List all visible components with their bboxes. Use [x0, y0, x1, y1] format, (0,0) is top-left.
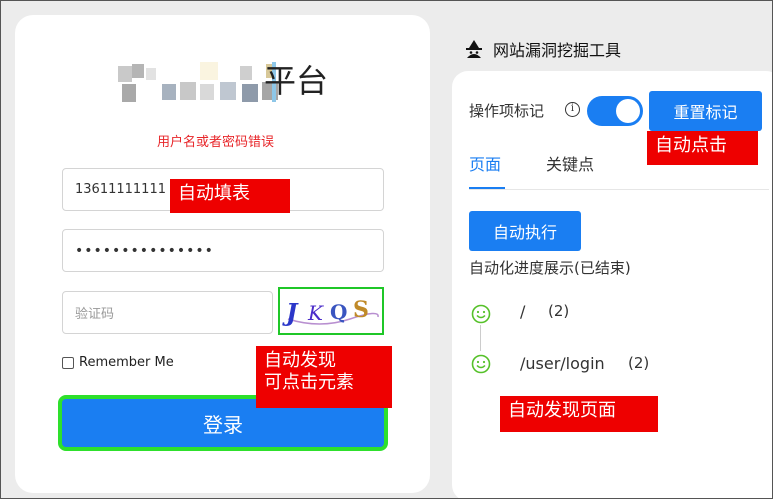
captcha-char-1: J: [282, 298, 299, 327]
captcha-image[interactable]: J K Q S: [278, 287, 384, 335]
tab-pages[interactable]: 页面: [469, 151, 501, 175]
captcha-glyphs: J K Q S: [282, 297, 379, 327]
password-input[interactable]: •••••••••••••••: [62, 229, 384, 272]
annotation-line: 可点击元素: [264, 372, 354, 393]
info-icon[interactable]: i: [565, 102, 580, 117]
timeline-count: (2): [628, 354, 650, 372]
captcha-char-2: K: [307, 301, 324, 325]
tool-title: 网站漏洞挖掘工具: [493, 41, 622, 60]
annotation-line: 自动发现: [264, 350, 336, 371]
remember-me-label: Remember Me: [79, 355, 174, 370]
hacker-icon: [466, 40, 482, 58]
annotation-auto-fill: 自动填表: [170, 179, 290, 213]
annotation-auto-discover-page: 自动发现页面: [500, 396, 658, 432]
tab-divider: [469, 189, 769, 190]
timeline-path[interactable]: /: [520, 302, 525, 321]
tab-keypoints[interactable]: 关键点: [546, 151, 594, 175]
toggle-knob: [616, 99, 640, 123]
progress-title: 自动化进度展示(已结束): [469, 259, 631, 277]
timeline-path[interactable]: /user/login: [520, 354, 605, 373]
tool-header: 网站漏洞挖掘工具: [463, 37, 621, 61]
op-mark-toggle[interactable]: [587, 96, 643, 126]
smile-icon: [471, 354, 491, 374]
smile-icon: [471, 304, 491, 324]
platform-title: 平台: [264, 62, 329, 100]
auto-run-button[interactable]: 自动执行: [469, 211, 581, 251]
captcha-input[interactable]: 验证码: [62, 291, 273, 334]
login-error-message: 用户名或者密码错误: [157, 135, 275, 150]
captcha-char-3: Q: [330, 300, 347, 324]
timeline-connector: [480, 325, 481, 351]
remember-me-checkbox[interactable]: [62, 356, 74, 369]
reset-mark-button[interactable]: 重置标记: [649, 91, 762, 131]
op-mark-label: 操作项标记: [469, 102, 545, 120]
timeline-count: (2): [548, 302, 570, 320]
captcha-char-4: S: [353, 297, 369, 323]
annotation-auto-click: 自动点击: [647, 131, 758, 165]
remember-me[interactable]: Remember Me: [62, 355, 174, 370]
annotation-auto-discover-elements: 自动发现 可点击元素: [256, 346, 392, 408]
